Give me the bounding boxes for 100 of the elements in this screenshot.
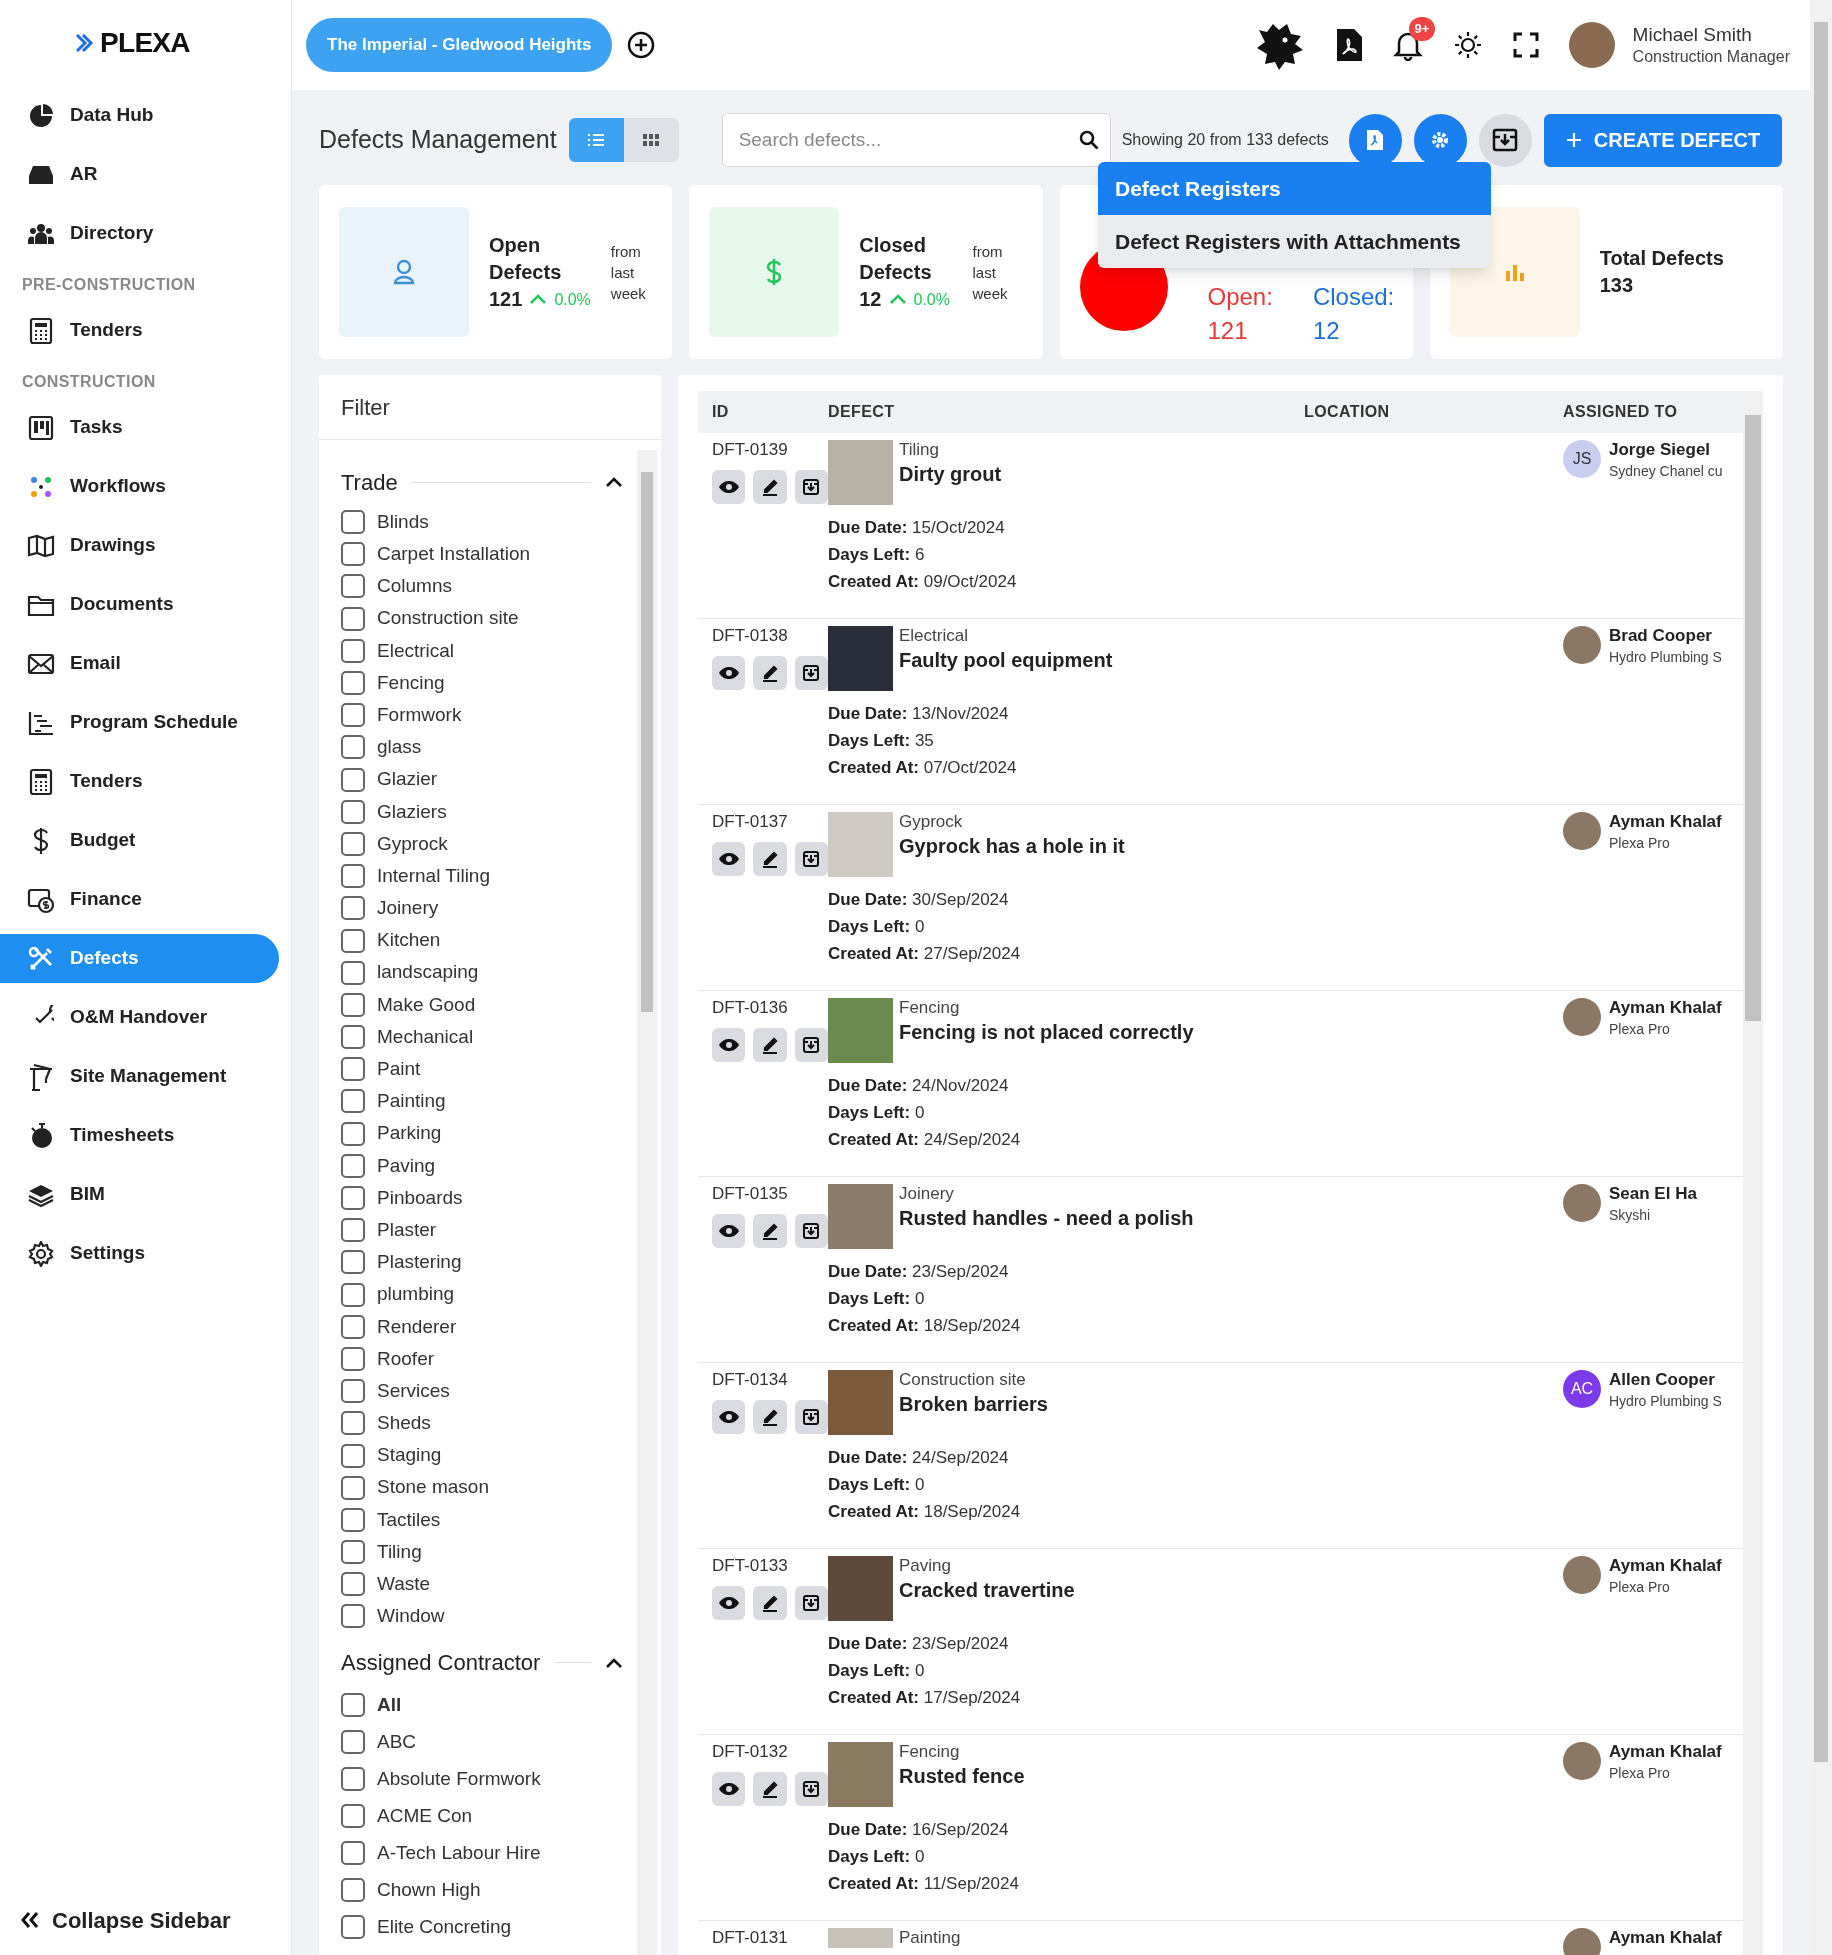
edit-button[interactable] (753, 1772, 787, 1806)
checkbox[interactable] (341, 671, 365, 696)
checkbox[interactable] (341, 1057, 365, 1082)
sun-icon[interactable] (1452, 30, 1483, 60)
checkbox[interactable] (341, 638, 365, 663)
checkbox[interactable] (341, 1153, 365, 1178)
sidebar-item[interactable]: Directory (0, 209, 279, 258)
sidebar-item[interactable]: Tenders (0, 757, 279, 806)
checkbox[interactable] (341, 1475, 365, 1500)
checkbox[interactable] (341, 1604, 365, 1629)
checkbox[interactable] (341, 1572, 365, 1597)
edit-button[interactable] (753, 1214, 787, 1248)
checkbox[interactable] (341, 1186, 365, 1211)
checkbox[interactable] (341, 799, 365, 824)
view-button[interactable] (712, 1772, 746, 1806)
pdf-file-icon[interactable] (1334, 28, 1363, 62)
checkbox[interactable] (341, 542, 365, 567)
checkbox[interactable] (341, 992, 365, 1017)
checkbox[interactable] (341, 896, 365, 921)
scrollbar[interactable] (1743, 391, 1763, 1955)
checkbox[interactable] (341, 1804, 365, 1829)
chevron-up-icon[interactable] (605, 1656, 623, 1669)
archive-button[interactable] (794, 470, 828, 504)
view-button[interactable] (712, 1400, 746, 1434)
checkbox[interactable] (341, 1379, 365, 1404)
checkbox[interactable] (341, 831, 365, 856)
edit-button[interactable] (753, 1400, 787, 1434)
checkbox[interactable] (341, 1250, 365, 1275)
checkbox[interactable] (341, 703, 365, 728)
checkbox[interactable] (341, 1540, 365, 1565)
checkbox[interactable] (341, 1443, 365, 1468)
sidebar-item[interactable]: Finance (0, 875, 279, 924)
sidebar-item[interactable]: Program Schedule (0, 698, 279, 747)
checkbox[interactable] (341, 1730, 365, 1755)
scrollbar[interactable] (637, 450, 657, 1955)
sidebar-item[interactable]: BIM (0, 1170, 279, 1219)
edit-button[interactable] (753, 1028, 787, 1062)
add-circle-icon[interactable] (626, 30, 657, 60)
checkbox[interactable] (341, 928, 365, 953)
view-button[interactable] (712, 1586, 746, 1620)
sidebar-item[interactable]: Drawings (0, 521, 279, 570)
checkbox[interactable] (341, 1218, 365, 1243)
sidebar-item[interactable]: Email (0, 639, 279, 688)
archive-button[interactable] (794, 656, 828, 690)
checkbox[interactable] (341, 1841, 365, 1866)
archive-button[interactable] (794, 1028, 828, 1062)
checkbox[interactable] (341, 767, 365, 792)
sidebar-item[interactable]: O&M Handover (0, 993, 279, 1042)
checkbox[interactable] (341, 1121, 365, 1146)
archive-button[interactable] (794, 842, 828, 876)
edit-button[interactable] (753, 470, 787, 504)
chevron-up-icon[interactable] (605, 476, 623, 488)
edit-button[interactable] (753, 842, 787, 876)
checkbox[interactable] (341, 864, 365, 889)
view-toggle[interactable] (568, 118, 624, 162)
view-button[interactable] (712, 656, 746, 690)
view-button[interactable] (712, 470, 746, 504)
search-field[interactable]: Search defects... (721, 113, 1111, 167)
archive-button[interactable] (794, 1400, 828, 1434)
sidebar-item[interactable]: Site Management (0, 1052, 279, 1101)
menu-item[interactable]: Defect Registers (1098, 162, 1491, 215)
sidebar-item[interactable]: Data Hub (0, 91, 279, 140)
sidebar-item[interactable]: Tasks (0, 403, 279, 452)
edit-button[interactable] (753, 1586, 787, 1620)
checkbox[interactable] (341, 1314, 365, 1339)
checkbox[interactable] (341, 1025, 365, 1050)
sidebar-item[interactable]: Timesheets (0, 1111, 279, 1160)
edit-button[interactable] (753, 656, 787, 690)
view-button[interactable] (712, 842, 746, 876)
sidebar-item[interactable]: Workflows (0, 462, 279, 511)
create-defect-button[interactable]: CREATE DEFECT (1543, 113, 1783, 167)
checkbox[interactable] (341, 510, 365, 535)
checkbox[interactable] (341, 1767, 365, 1792)
menu-item[interactable]: Defect Registers with Attachments (1098, 215, 1491, 268)
user-avatar[interactable] (1568, 22, 1615, 68)
checkbox[interactable] (341, 1507, 365, 1532)
view-toggle[interactable] (623, 118, 679, 162)
view-button[interactable] (712, 1028, 746, 1062)
view-button[interactable] (712, 1214, 746, 1248)
checkbox[interactable] (341, 574, 365, 599)
page-scrollbar[interactable] (1810, 0, 1832, 1955)
archive-button[interactable] (794, 1772, 828, 1806)
checkbox[interactable] (341, 1915, 365, 1940)
collapse-sidebar-button[interactable]: Collapse Sidebar (20, 1903, 231, 1937)
checkbox[interactable] (341, 1411, 365, 1436)
checkbox[interactable] (341, 1693, 365, 1718)
search-icon[interactable] (1078, 130, 1099, 150)
checkbox[interactable] (341, 1878, 365, 1903)
fullscreen-icon[interactable] (1512, 32, 1539, 58)
archive-button[interactable] (794, 1586, 828, 1620)
checkbox[interactable] (341, 1346, 365, 1371)
sidebar-item[interactable]: Settings (0, 1229, 279, 1278)
checkbox[interactable] (341, 735, 365, 760)
sidebar-item[interactable]: Documents (0, 580, 279, 629)
checkbox[interactable] (341, 960, 365, 985)
checkbox[interactable] (341, 1282, 365, 1307)
archive-button[interactable] (794, 1214, 828, 1248)
checkbox[interactable] (341, 1089, 365, 1114)
sidebar-item[interactable]: AR (0, 150, 279, 199)
checkbox[interactable] (341, 606, 365, 631)
